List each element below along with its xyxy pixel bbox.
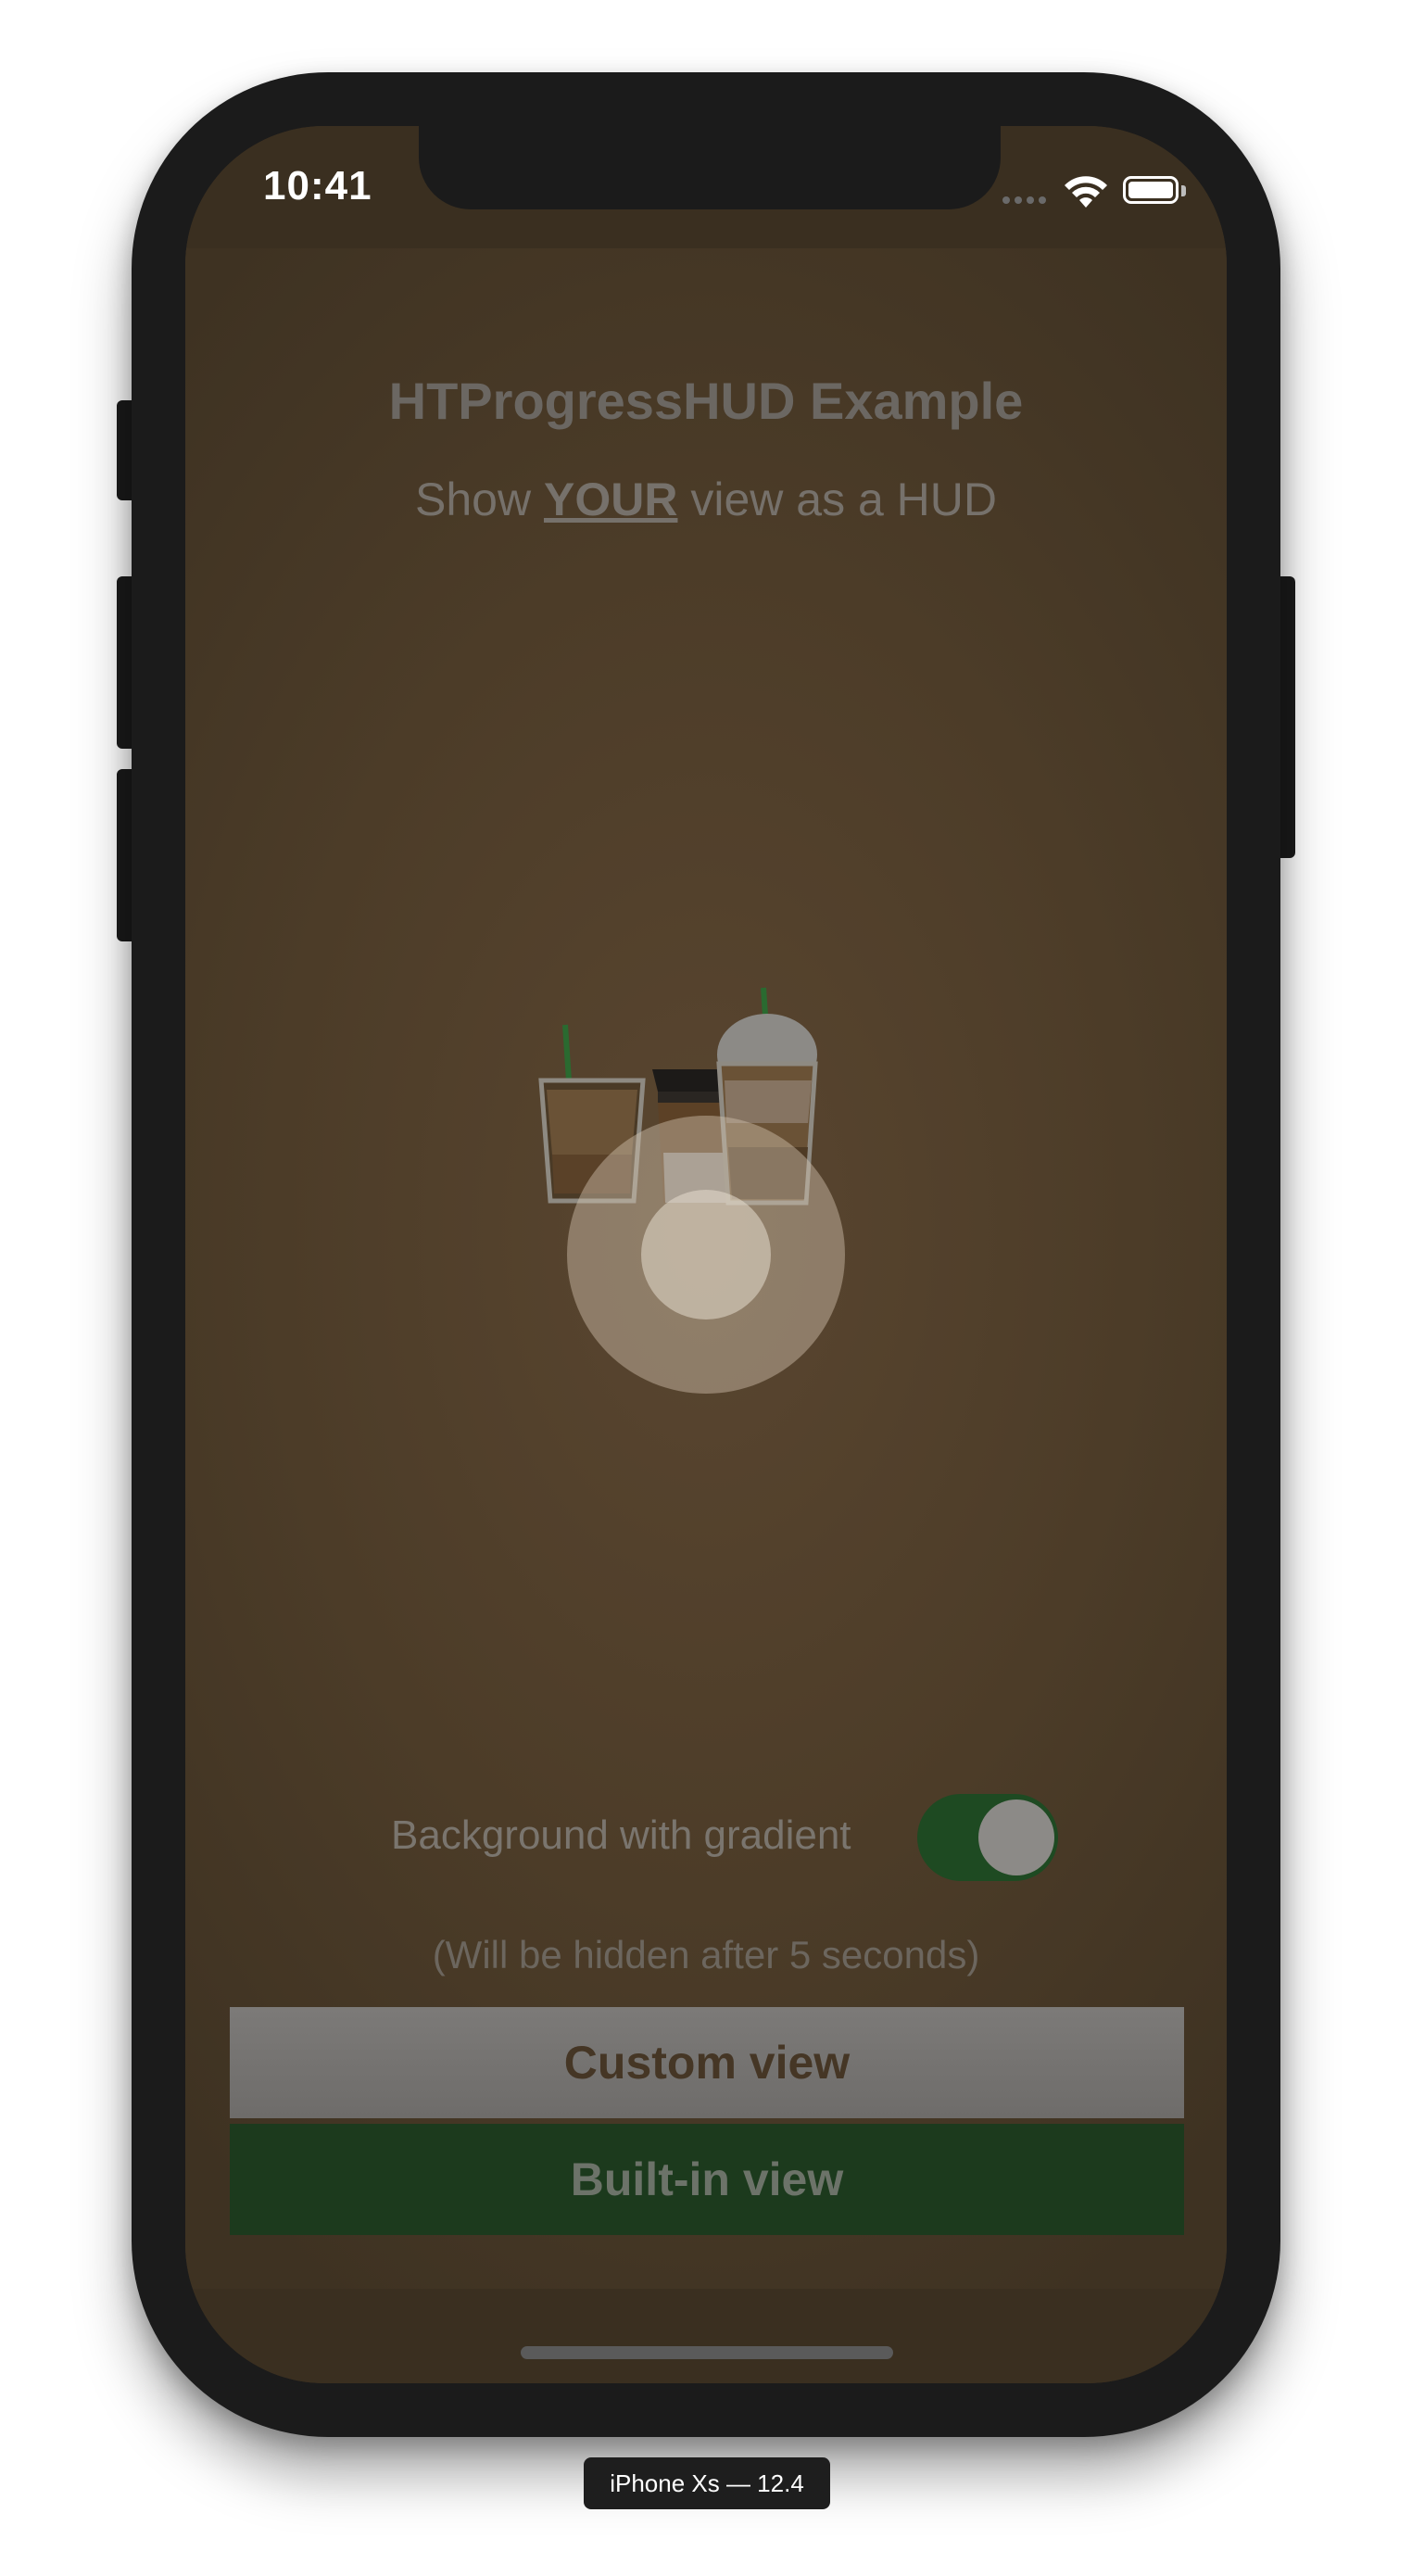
subtitle-suffix: view as a HUD [677, 474, 997, 525]
toggle-knob [978, 1799, 1054, 1875]
signal-dots-icon [1002, 196, 1046, 204]
auto-hide-note: (Will be hidden after 5 seconds) [432, 1933, 980, 1976]
notch [419, 126, 1001, 209]
custom-view-button[interactable]: Custom view [230, 2007, 1184, 2118]
subtitle-emphasis: YOUR [543, 474, 678, 525]
battery-icon [1123, 176, 1179, 204]
wifi-icon [1065, 176, 1107, 208]
simulator-window: 10:41 HTProgressHUD Example Show YOUR vi… [0, 0, 1412, 2576]
page-subtitle: Show YOUR view as a HUD [185, 473, 1227, 526]
status-time: 10:41 [263, 163, 372, 208]
subtitle-prefix: Show [415, 474, 544, 525]
hud-spinner-icon [567, 1116, 845, 1394]
device-caption: iPhone Xs — 12.4 [584, 2457, 830, 2509]
home-indicator[interactable] [521, 2346, 893, 2359]
builtin-view-button[interactable]: Built-in view [230, 2124, 1184, 2235]
phone-screen: 10:41 HTProgressHUD Example Show YOUR vi… [185, 126, 1227, 2383]
page-title: HTProgressHUD Example [388, 372, 1024, 430]
gradient-toggle[interactable] [917, 1794, 1058, 1881]
hud-spinner-core [641, 1190, 771, 1320]
battery-cap [1181, 185, 1186, 196]
home-bar-area [185, 2289, 1227, 2383]
gradient-toggle-label: Background with gradient [391, 1812, 851, 1858]
